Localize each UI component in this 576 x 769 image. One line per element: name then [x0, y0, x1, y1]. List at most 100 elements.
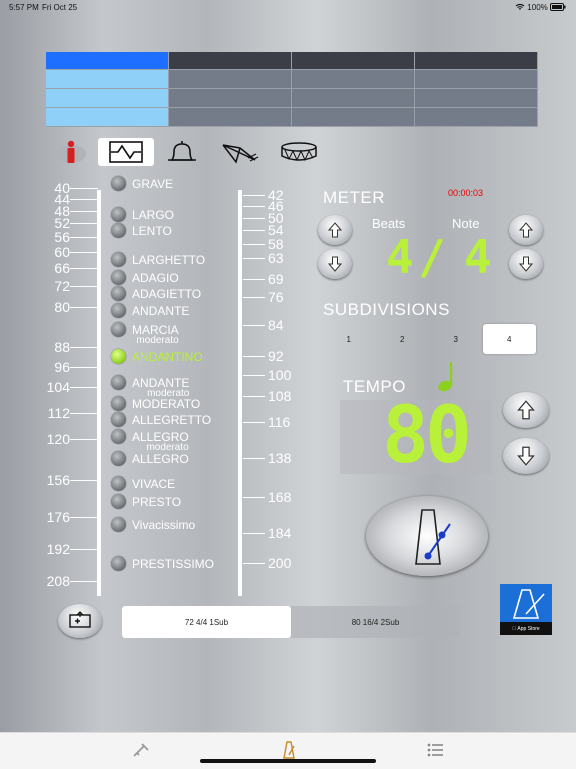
grid-cell[interactable]	[292, 52, 415, 70]
tempo-indicator[interactable]	[111, 176, 126, 191]
metronome-start-button[interactable]	[366, 496, 488, 576]
tempo-indicator[interactable]	[111, 429, 126, 444]
grid-cell[interactable]	[169, 52, 292, 70]
subdivision-option[interactable]: 3	[429, 324, 483, 354]
tab-metronome[interactable]	[274, 739, 304, 761]
ruler-left-label: 208	[46, 573, 70, 589]
grid-cell[interactable]	[169, 70, 292, 89]
tempo-name[interactable]: ADAGIO	[132, 272, 179, 284]
tempo-name[interactable]: ANDANTE moderato	[132, 377, 189, 399]
tempo-name[interactable]: MODERATO	[132, 398, 200, 410]
tempo-indicator[interactable]	[111, 303, 126, 318]
info-icon	[56, 140, 86, 163]
beats-down-button[interactable]	[318, 249, 352, 279]
app-logo-icon	[512, 589, 545, 619]
grid-cell[interactable]	[292, 108, 415, 127]
tempo-name-main: GRAVE	[132, 177, 174, 191]
app-store-logo:  App Store	[500, 622, 552, 635]
subdivisions-control[interactable]: 1 2 3 4	[322, 324, 536, 354]
tempo-ruler-left-line	[97, 190, 101, 596]
tempo-name[interactable]: ADAGIETTO	[132, 288, 201, 300]
info-button[interactable]	[52, 138, 90, 166]
ruler-right-tick	[243, 258, 265, 259]
status-time: 5:57 PM	[9, 3, 39, 12]
grid-cell[interactable]	[169, 108, 292, 127]
tempo-name[interactable]: VIVACE	[132, 478, 175, 490]
meter-label: METER	[323, 188, 385, 207]
grid-cell[interactable]	[292, 89, 415, 108]
grid-cell[interactable]	[292, 70, 415, 89]
grid-cell[interactable]	[46, 70, 169, 89]
tempo-indicator[interactable]	[111, 207, 126, 222]
save-preset-button[interactable]	[58, 604, 102, 638]
tempo-name[interactable]: ANDANTE	[132, 305, 189, 317]
waveform-button[interactable]	[98, 138, 154, 166]
tempo-indicator[interactable]	[111, 286, 126, 301]
ruler-left-tick	[70, 347, 98, 348]
tempo-name[interactable]: ALLEGRO moderato	[132, 431, 189, 453]
subdivision-option-selected[interactable]: 4	[482, 324, 536, 354]
preset-item[interactable]: 80 16/4 2Sub	[291, 606, 460, 638]
tempo-name-main: LARGHETTO	[132, 253, 206, 267]
tempo-name[interactable]: Vivacissimo	[132, 519, 195, 531]
ruler-right-tick	[243, 563, 265, 564]
tempo-name[interactable]: MARCIA moderato	[132, 324, 179, 346]
tempo-name[interactable]: PRESTISSIMO	[132, 558, 214, 570]
grid-cell[interactable]	[415, 89, 538, 108]
tab-list[interactable]	[420, 739, 450, 761]
tempo-indicator[interactable]	[111, 517, 126, 532]
tempo-indicator[interactable]	[111, 556, 126, 571]
tempo-indicator[interactable]	[111, 375, 126, 390]
tempo-name[interactable]: PRESTO	[132, 496, 181, 508]
tempo-indicator-active[interactable]	[111, 349, 126, 364]
ruler-right-tick	[243, 297, 265, 298]
tempo-indicator[interactable]	[111, 252, 126, 267]
grid-cell[interactable]	[46, 52, 169, 70]
tempo-up-button[interactable]	[503, 392, 549, 428]
grid-cell[interactable]	[46, 108, 169, 127]
app-store-badge[interactable]:  App Store	[500, 584, 552, 635]
grid-cell[interactable]	[415, 52, 538, 70]
grid-cell[interactable]	[169, 89, 292, 108]
subdivision-option[interactable]: 1	[322, 324, 376, 354]
grid-cell[interactable]	[46, 89, 169, 108]
tempo-name[interactable]: ANDANTINO	[132, 351, 203, 363]
tempo-name[interactable]: ALLEGRO	[132, 453, 189, 465]
tempo-name-main: LARGO	[132, 208, 175, 222]
beats-up-button[interactable]	[318, 215, 352, 245]
ruler-right-label: 116	[268, 414, 291, 430]
status-right: 100%	[515, 3, 566, 12]
tempo-indicator[interactable]	[111, 476, 126, 491]
tempo-indicator[interactable]	[111, 223, 126, 238]
note-up-button[interactable]	[509, 215, 543, 245]
pattern-grid[interactable]	[46, 52, 538, 127]
drum-button[interactable]	[278, 138, 320, 166]
tempo-indicator[interactable]	[111, 396, 126, 411]
preset-list[interactable]: 72 4/4 1Sub 80 16/4 2Sub	[122, 606, 460, 638]
tempo-name[interactable]: GRAVE	[132, 178, 173, 190]
tempo-indicator[interactable]	[111, 322, 126, 337]
note-down-button[interactable]	[509, 249, 543, 279]
tempo-indicator[interactable]	[111, 451, 126, 466]
tempo-name[interactable]: LENTO	[132, 225, 172, 237]
tempo-name[interactable]: ALLEGRETTO	[132, 414, 211, 426]
ruler-left-label: 56	[54, 229, 70, 245]
grid-cell[interactable]	[415, 108, 538, 127]
ruler-right-tick	[243, 422, 265, 423]
subdivision-option[interactable]: 2	[376, 324, 430, 354]
plane-button[interactable]	[220, 138, 260, 166]
tempo-indicator[interactable]	[111, 412, 126, 427]
preset-item-selected[interactable]: 72 4/4 1Sub	[122, 606, 291, 638]
tempo-name[interactable]: LARGO	[132, 209, 174, 221]
tempo-name[interactable]: LARGHETTO	[132, 254, 205, 266]
grid-cell[interactable]	[415, 70, 538, 89]
tab-tuner[interactable]	[126, 739, 156, 761]
tempo-indicator[interactable]	[111, 270, 126, 285]
ruler-left-label: 88	[54, 339, 70, 355]
tempo-name-main: ALLEGRETTO	[132, 413, 212, 427]
battery-icon	[550, 3, 566, 11]
tempo-indicator[interactable]	[111, 494, 126, 509]
ruler-left-tick	[70, 549, 98, 550]
tempo-down-button[interactable]	[503, 438, 549, 474]
bell-button[interactable]	[162, 138, 202, 166]
